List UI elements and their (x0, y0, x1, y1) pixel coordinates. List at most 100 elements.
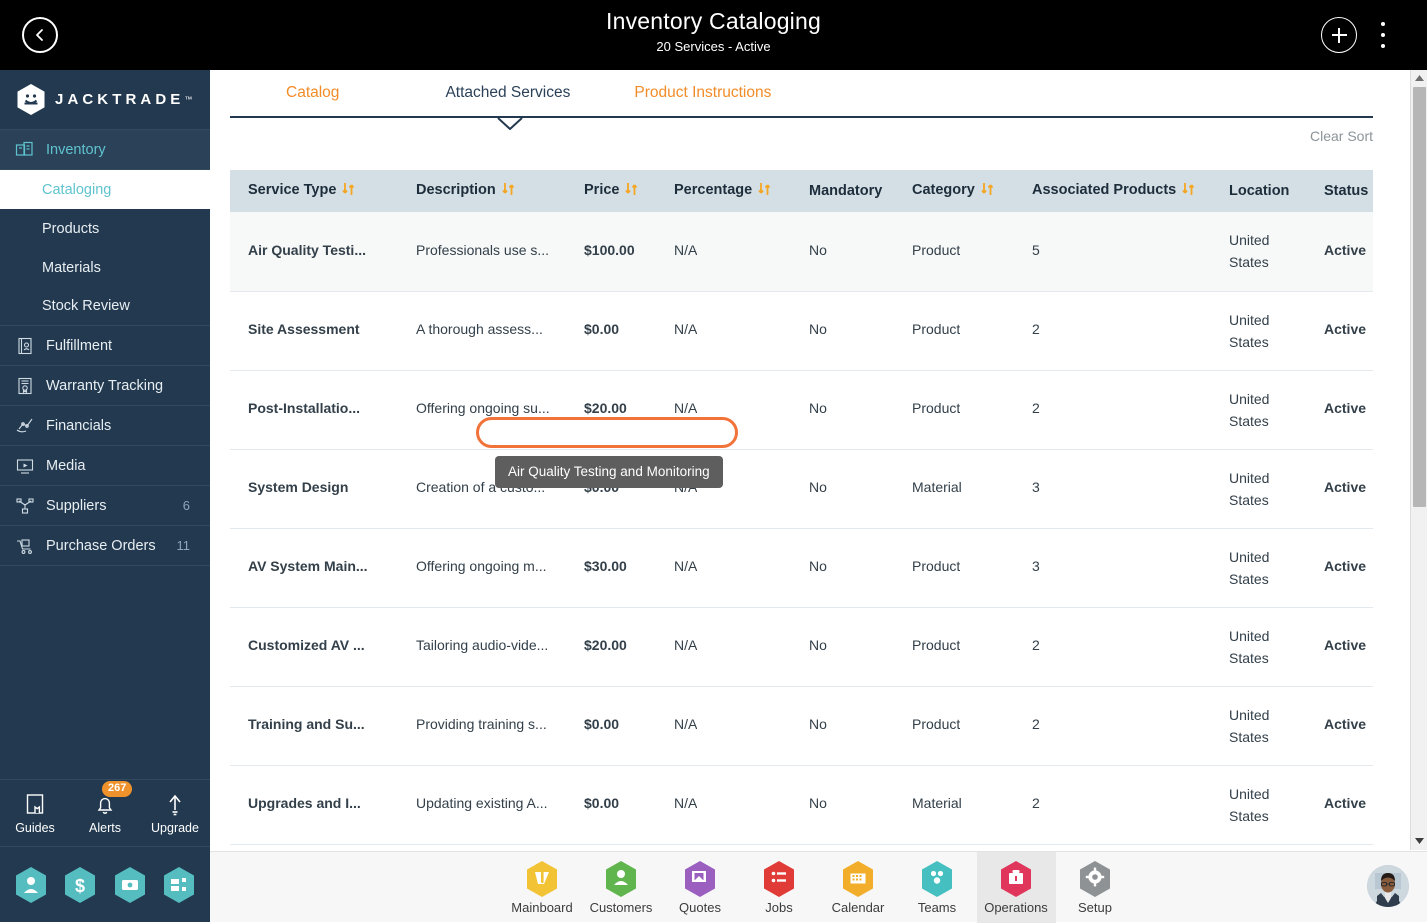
cell-status-text: Active (1324, 321, 1366, 337)
clear-sort-button[interactable]: Clear Sort (1310, 128, 1373, 144)
cell-category: Product (894, 686, 1014, 765)
cell-location-text: United States (1229, 467, 1291, 511)
cell-status: Active (1306, 370, 1373, 449)
guides-button[interactable]: Guides (4, 791, 66, 835)
cell-percentage: N/A (656, 607, 791, 686)
table-row[interactable]: Site AssessmentA thorough assess...$0.00… (230, 291, 1373, 370)
person-hex-icon[interactable] (14, 866, 48, 904)
column-header-percentage[interactable]: Percentage (656, 170, 791, 212)
tab-product-instructions[interactable]: Product Instructions (620, 84, 785, 102)
tab-label: Catalog (286, 84, 339, 101)
column-header-status[interactable]: Status (1306, 170, 1373, 212)
cell-description[interactable]: Updating existing A... (398, 765, 566, 844)
tab-attached-services[interactable]: Attached Services (431, 84, 584, 102)
bottom-nav-jobs[interactable]: Jobs (740, 852, 819, 923)
workflow-hex-icon[interactable] (162, 866, 196, 904)
user-avatar[interactable] (1367, 865, 1409, 907)
column-header-service-type[interactable]: Service Type (230, 170, 398, 212)
sidebar-item-warranty-tracking[interactable]: Warranty Tracking (0, 366, 210, 406)
cell-service-type[interactable]: Post-Installatio... (230, 370, 398, 449)
cell-category-text: Product (912, 321, 960, 337)
sort-icon[interactable] (502, 182, 515, 200)
cell-location-text: United States (1229, 625, 1291, 669)
sort-icon[interactable] (342, 182, 355, 200)
cell-status: Active (1306, 686, 1373, 765)
alerts-badge: 267 (102, 781, 132, 797)
alerts-button[interactable]: 267 Alerts (74, 791, 136, 835)
column-header-price[interactable]: Price (566, 170, 656, 212)
sidebar-item-financials[interactable]: Financials (0, 406, 210, 446)
column-header-category[interactable]: Category (894, 170, 1014, 212)
cell-price: $0.00 (566, 765, 656, 844)
column-header-associated-products[interactable]: Associated Products (1014, 170, 1211, 212)
sort-icon[interactable] (1182, 182, 1195, 200)
cell-description[interactable]: Tailoring audio-vide... (398, 607, 566, 686)
cell-category: Product (894, 607, 1014, 686)
column-header-mandatory[interactable]: Mandatory (791, 170, 894, 212)
add-button[interactable] (1321, 17, 1357, 53)
cell-service-type[interactable]: System Design (230, 449, 398, 528)
column-header-location[interactable]: Location (1211, 170, 1306, 212)
sidebar-label: Suppliers (46, 498, 106, 514)
sort-icon[interactable] (758, 182, 771, 200)
sidebar-item-inventory[interactable]: Inventory (0, 130, 210, 170)
cell-status-text: Active (1324, 637, 1366, 653)
cell-service-type[interactable]: Upgrades and I... (230, 765, 398, 844)
sidebar-subitem-stock-review[interactable]: Stock Review (0, 287, 210, 326)
cell-mandatory-text: No (809, 321, 827, 337)
dollar-hex-icon[interactable]: $ (63, 866, 97, 904)
cell-percentage-text: N/A (674, 321, 697, 337)
bottom-nav-mainboard[interactable]: Mainboard (503, 852, 582, 923)
table-row[interactable]: Post-Installatio...Offering ongoing su..… (230, 370, 1373, 449)
sidebar-subitem-materials[interactable]: Materials (0, 248, 210, 287)
cell-service-type[interactable]: Air Quality Testi... (230, 212, 398, 291)
table-row[interactable]: Air Quality Testi...Professionals use s.… (230, 212, 1373, 291)
tab-catalog[interactable]: Catalog (272, 84, 353, 102)
sort-icon[interactable] (625, 182, 638, 200)
sidebar-item-suppliers[interactable]: Suppliers 6 (0, 486, 210, 526)
overflow-menu-button[interactable] (1372, 22, 1394, 48)
warranty-icon (14, 375, 36, 397)
column-header-description[interactable]: Description (398, 170, 566, 212)
table-row[interactable]: Training and Su...Providing training s..… (230, 686, 1373, 765)
cell-description[interactable]: Offering ongoing su... (398, 370, 566, 449)
brand-name: JACKTRADE (55, 91, 184, 108)
bottom-nav-calendar[interactable]: Calendar (819, 852, 898, 923)
scrollbar-thumb[interactable] (1413, 87, 1426, 507)
brand-logo[interactable]: JACKTRADE ™ (0, 70, 210, 130)
cell-mandatory: No (791, 528, 894, 607)
cell-service-type[interactable]: Training and Su... (230, 686, 398, 765)
bottom-nav-quotes[interactable]: Quotes (661, 852, 740, 923)
table-row[interactable]: Upgrades and I...Updating existing A...$… (230, 765, 1373, 844)
scroll-up-icon[interactable] (1411, 70, 1427, 87)
sidebar-item-media[interactable]: Media (0, 446, 210, 486)
sidebar-subitem-products[interactable]: Products (0, 209, 210, 248)
sort-icon[interactable] (981, 182, 994, 200)
cell-associated-products: 3 (1014, 528, 1211, 607)
bottom-nav-customers[interactable]: Customers (582, 852, 661, 923)
page-title: Inventory Cataloging (0, 6, 1427, 36)
upgrade-button[interactable]: Upgrade (144, 791, 206, 835)
sidebar-subitem-cataloging[interactable]: Cataloging (0, 170, 210, 209)
scroll-down-icon[interactable] (1411, 833, 1427, 850)
cell-mandatory-text: No (809, 795, 827, 811)
table-row[interactable]: AV System Main...Offering ongoing m...$3… (230, 528, 1373, 607)
table-row[interactable]: Customized AV ...Tailoring audio-vide...… (230, 607, 1373, 686)
cell-service-type[interactable]: Customized AV ... (230, 607, 398, 686)
bottom-nav-setup[interactable]: Setup (1056, 852, 1135, 923)
bottom-nav-teams[interactable]: Teams (898, 852, 977, 923)
sidebar-item-purchase-orders[interactable]: Purchase Orders 11 (0, 526, 210, 566)
setup-hex-icon (1077, 859, 1113, 899)
cell-description[interactable]: A thorough assess... (398, 291, 566, 370)
payment-hex-icon[interactable] (113, 866, 147, 904)
back-button[interactable] (22, 17, 58, 53)
cell-description[interactable]: Professionals use s... (398, 212, 566, 291)
vertical-scrollbar[interactable] (1410, 70, 1427, 850)
bottom-nav-operations[interactable]: Operations (977, 852, 1056, 923)
cell-service-type[interactable]: Site Assessment (230, 291, 398, 370)
cell-description[interactable]: Offering ongoing m... (398, 528, 566, 607)
cell-description[interactable]: Providing training s... (398, 686, 566, 765)
sidebar-item-fulfillment[interactable]: Fulfillment (0, 326, 210, 366)
table-row[interactable]: System DesignCreation of a custo...$0.00… (230, 449, 1373, 528)
cell-service-type[interactable]: AV System Main... (230, 528, 398, 607)
